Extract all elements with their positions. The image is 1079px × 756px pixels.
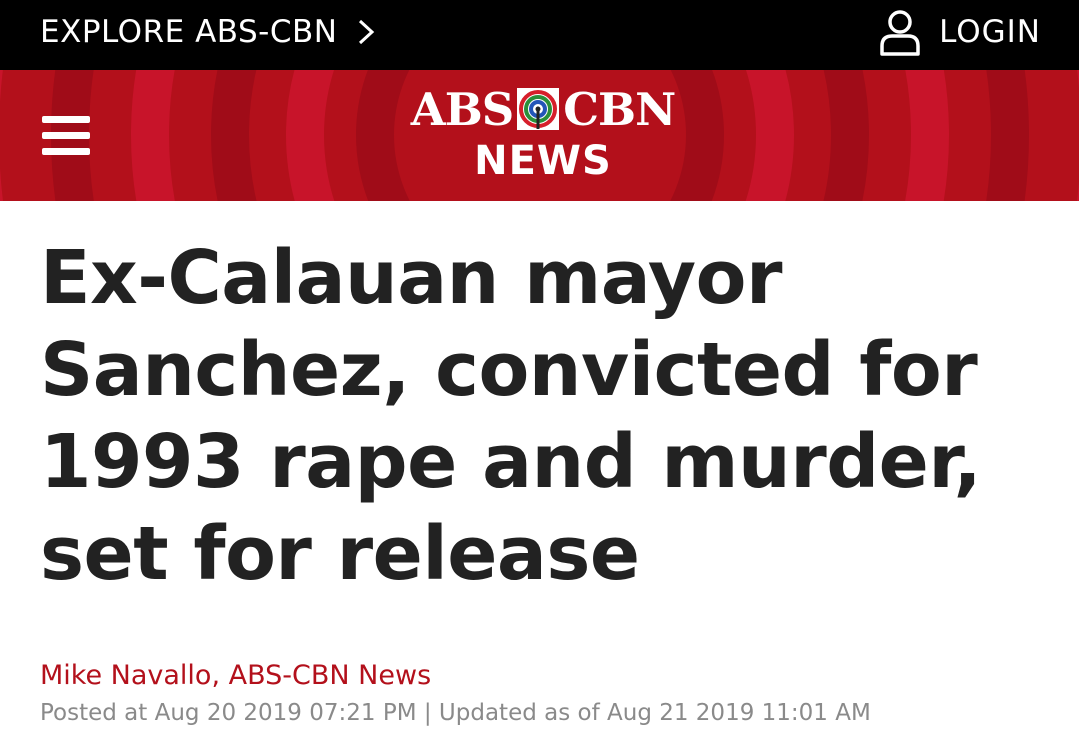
user-icon [880,10,920,56]
logo-text-news: NEWS [474,138,612,184]
login-label: LOGIN [939,14,1041,50]
top-bar: EXPLORE ABS-CBN LOGIN [0,0,1079,70]
article-headline: Ex-Calauan mayor Sanchez, convicted for … [40,235,982,597]
site-header: ABS CBN NEWS [0,70,1079,201]
abs-cbn-news-logo[interactable]: ABS CBN NEWS [378,84,708,194]
hamburger-menu-icon[interactable] [42,116,90,156]
login-button[interactable]: LOGIN [879,8,1041,56]
chevron-right-icon [359,19,375,45]
logo-text-cbn: CBN [563,82,676,136]
explore-abs-cbn-link[interactable]: EXPLORE ABS-CBN [40,12,377,52]
article-byline[interactable]: Mike Navallo, ABS-CBN News [40,660,431,691]
explore-label: EXPLORE ABS-CBN [40,14,338,50]
logo-text-abs: ABS [410,82,514,136]
article-timestamps: Posted at Aug 20 2019 07:21 PM | Updated… [40,700,871,726]
broadcast-rings-icon [517,88,560,130]
